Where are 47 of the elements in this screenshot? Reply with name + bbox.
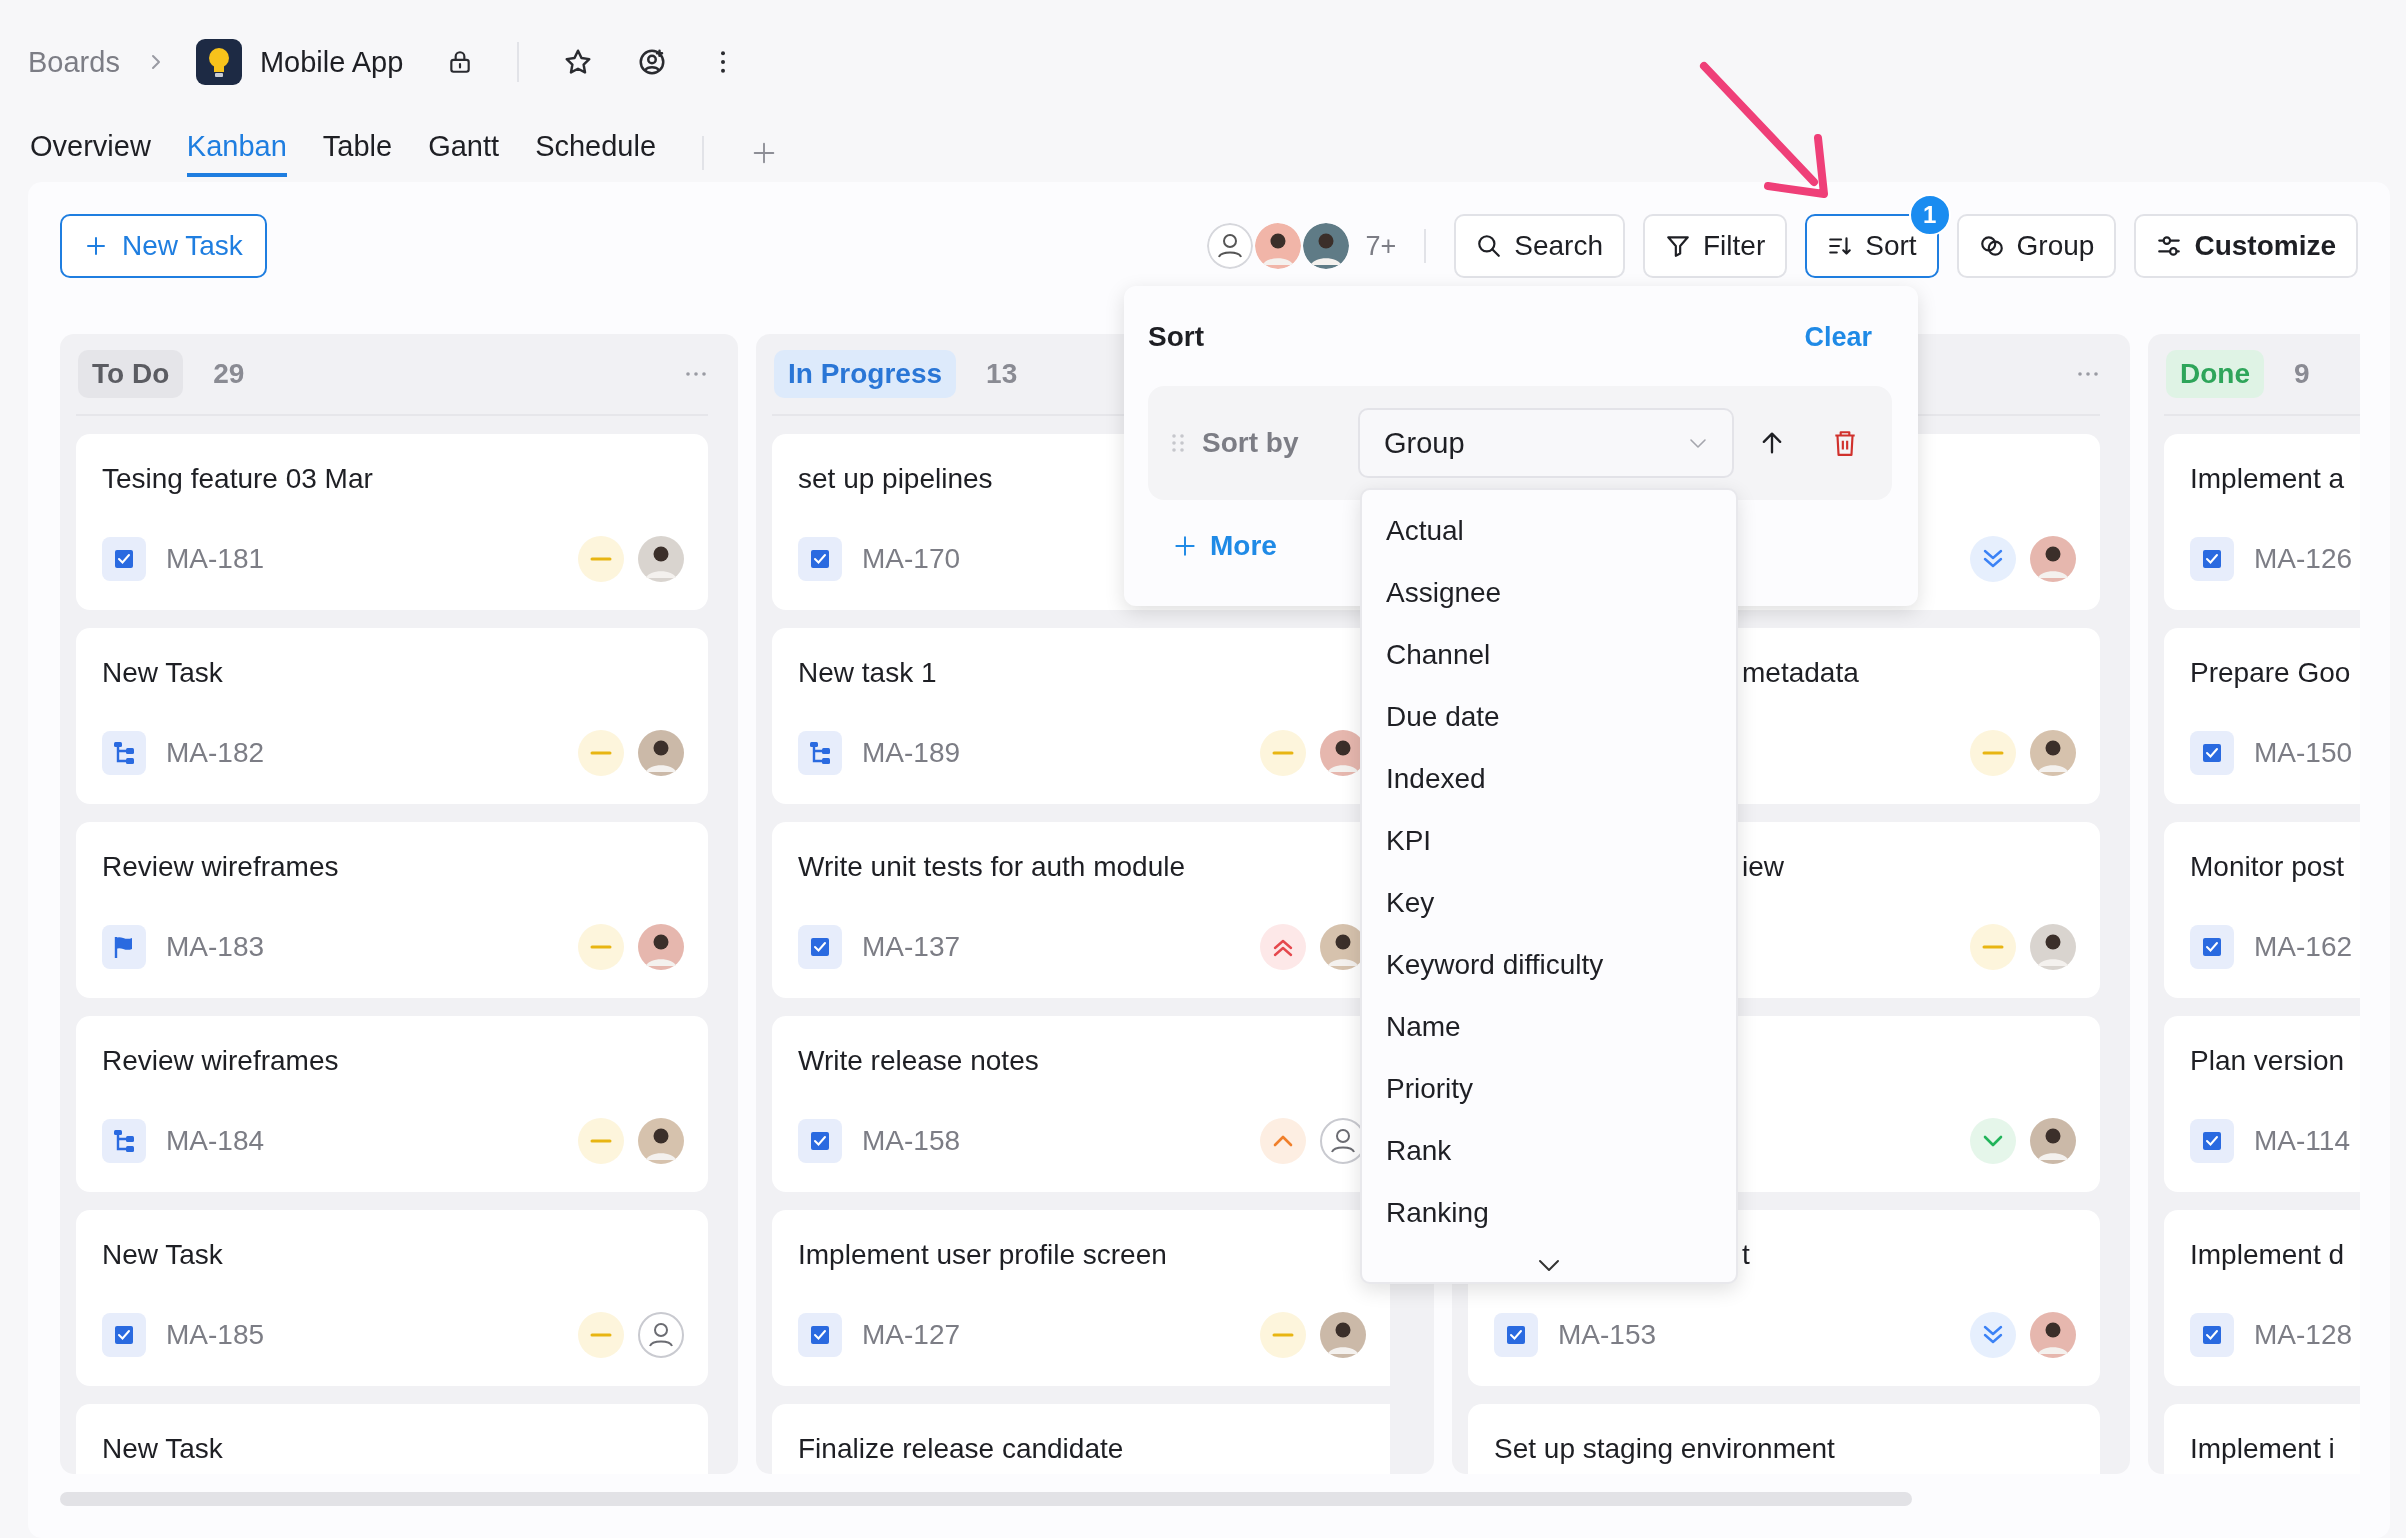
task-title: Write release notes (798, 1044, 1039, 1078)
status-label: Done (2166, 350, 2264, 398)
task-title: metadata (1742, 656, 1859, 690)
column-count: 29 (213, 358, 245, 390)
task-key: MA-128 (2254, 1319, 2353, 1351)
task-title: New Task (102, 1238, 223, 1272)
task-key: MA-126 (2254, 543, 2353, 575)
task-title: Finalize release candidate (798, 1432, 1124, 1466)
task-title: Implement i (2190, 1432, 2335, 1466)
task-title: Implement d (2190, 1238, 2345, 1272)
task-title: Implement a (2190, 462, 2345, 496)
task-key: MA-127 (862, 1319, 961, 1351)
task-title: set up pipelines (798, 462, 993, 496)
task-title: Tesing feature 03 Mar (102, 462, 373, 496)
column-count: 13 (986, 358, 1018, 390)
task-title: Monitor post (2190, 850, 2345, 884)
task-title: New Task (102, 656, 223, 690)
task-title: iew (1742, 850, 1784, 884)
task-title: Implement user profile screen (798, 1238, 1167, 1272)
task-title: Plan version (2190, 1044, 2345, 1078)
count-badge: 1 (1908, 194, 1951, 236)
status-label: To Do (78, 350, 184, 398)
task-title: Set up staging environment (1494, 1432, 1835, 1466)
popover-title: Sort (1148, 321, 1204, 353)
task-title: Review wireframes (102, 850, 339, 884)
task-key: MA-170 (862, 543, 961, 575)
task-key: MA-185 (166, 1319, 265, 1351)
task-key: MA-184 (166, 1125, 265, 1157)
task-key: MA-183 (166, 931, 265, 963)
task-key: MA-158 (862, 1125, 961, 1157)
task-key: MA-162 (2254, 931, 2353, 963)
task-key: MA-189 (862, 737, 961, 769)
task-title: New task 1 (798, 656, 937, 690)
task-key: MA-137 (862, 931, 961, 963)
task-title: Prepare Goo (2190, 656, 2351, 690)
task-key: MA-114 (2254, 1125, 2350, 1157)
task-key: MA-150 (2254, 737, 2353, 769)
task-title: Review wireframes (102, 1044, 339, 1078)
column-count: 9 (2294, 358, 2310, 390)
task-title: New Task (102, 1432, 223, 1466)
task-key: MA-153 (1558, 1319, 1657, 1351)
task-title: t (1742, 1238, 1750, 1272)
board-title: Mobile App (259, 45, 404, 79)
task-title: Write unit tests for auth module (798, 850, 1185, 884)
task-key: MA-181 (166, 543, 265, 575)
task-key: MA-182 (166, 737, 265, 769)
status-label: In Progress (774, 350, 957, 398)
